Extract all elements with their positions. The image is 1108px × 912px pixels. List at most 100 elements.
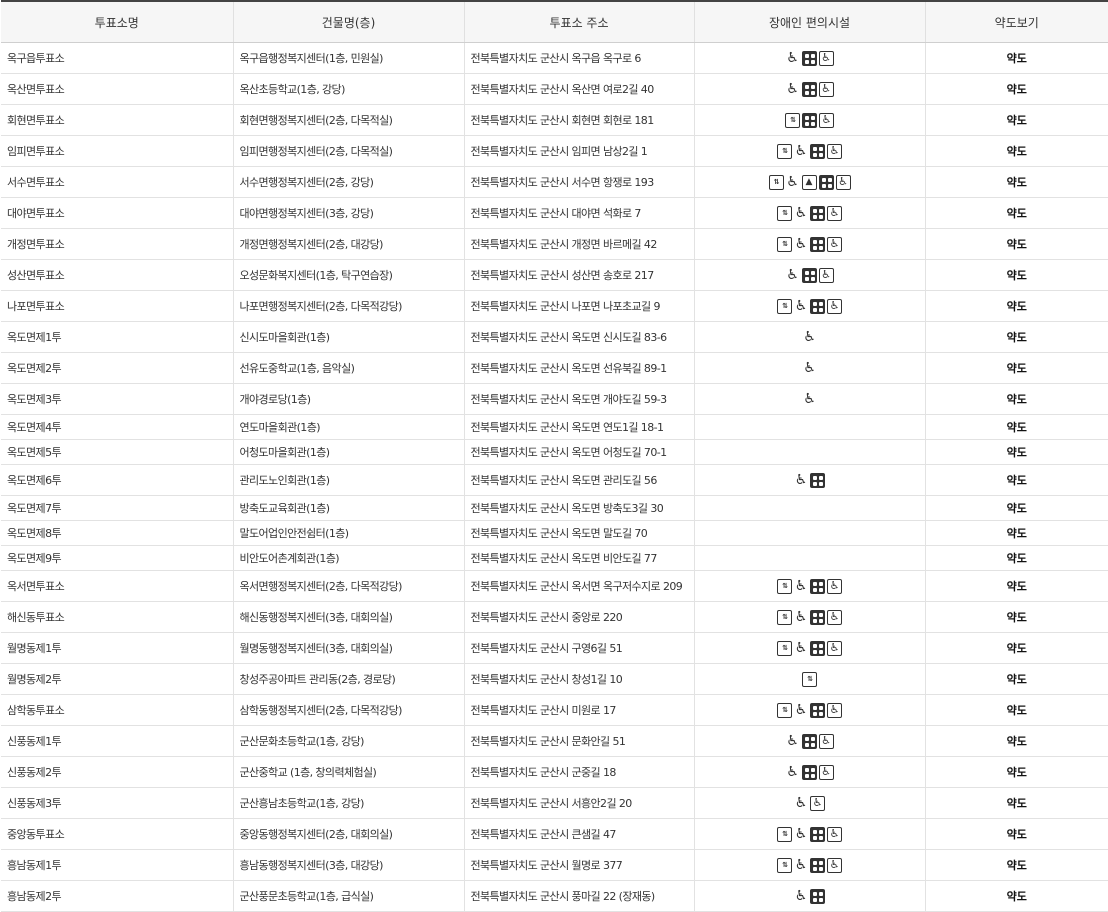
map-link[interactable]: 약도 (1007, 446, 1027, 459)
station-name-cell: 대야면투표소 (1, 197, 233, 229)
building-cell: 삼학동행정복지센터(2층, 다목적강당) (232, 694, 464, 726)
wheelchair-icon: ♿ (785, 80, 800, 97)
address-cell: 전북특별자치도 군산시 중앙로 220 (463, 601, 694, 633)
map-link[interactable]: 약도 (1007, 766, 1027, 779)
map-link[interactable]: 약도 (1007, 474, 1027, 487)
map-link[interactable]: 약도 (1007, 735, 1027, 748)
braille-block-icon (810, 578, 825, 594)
map-link[interactable]: 약도 (1007, 704, 1027, 717)
address-cell: 전북특별자치도 군산시 문화안길 51 (463, 725, 694, 757)
address-cell: 전북특별자치도 군산시 옥도면 어청도길 70-1 (463, 439, 694, 465)
building-cell: 해신동행정복지센터(3층, 대회의실) (232, 601, 464, 633)
wheelchair-icon: ♿ (794, 297, 808, 314)
map-link[interactable]: 약도 (1007, 238, 1027, 251)
header-station-name: 투표소명 (1, 0, 233, 43)
map-link[interactable]: 약도 (1007, 828, 1027, 841)
facilities-cell: ♿ ♿ (693, 73, 925, 105)
map-link[interactable]: 약도 (1007, 331, 1027, 344)
facilities-cell: ⇅ ♿ ♿ (693, 228, 925, 260)
station-name-cell: 옥서면투표소 (1, 570, 233, 602)
building-cell: 옥산초등학교(1층, 강당) (232, 73, 464, 105)
facilities-cell (693, 414, 925, 440)
map-cell: 약도 (924, 632, 1108, 664)
table-row: 나포면투표소 나포면행정복지센터(2층, 다목적강당) 전북특별자치도 군산시 나포… (1, 290, 1108, 322)
map-link[interactable]: 약도 (1007, 859, 1027, 872)
map-link[interactable]: 약도 (1007, 642, 1027, 655)
facilities-cell: ⇅ ♿ ♿ (693, 197, 925, 229)
elevator-icon: ⇅ (777, 578, 792, 594)
map-link[interactable]: 약도 (1007, 362, 1027, 375)
address-cell: 전북특별자치도 군산시 구영6길 51 (463, 632, 694, 664)
map-link[interactable]: 약도 (1007, 176, 1027, 189)
braille-block-icon (801, 733, 817, 749)
map-link[interactable]: 약도 (1007, 611, 1027, 624)
address-cell: 전북특별자치도 군산시 옥도면 방축도3길 30 (463, 495, 694, 521)
facilities-cell: ⇅ ♿ ♿ (693, 818, 925, 850)
elevator-icon: ⇅ (777, 640, 792, 656)
wheelchair-icon: ♿ (794, 856, 808, 873)
map-link[interactable]: 약도 (1007, 83, 1027, 96)
header-address: 투표소 주소 (463, 0, 694, 43)
map-link[interactable]: 약도 (1007, 797, 1027, 810)
map-link[interactable]: 약도 (1007, 673, 1027, 686)
building-cell: 임피면행정복지센터(2층, 다목적실) (232, 135, 464, 167)
table-row: 월명동제2투 창성주공아파트 관리동(2층, 경로당) 전북특별자치도 군산시 창성… (1, 663, 1108, 695)
map-link[interactable]: 약도 (1007, 421, 1027, 434)
address-cell: 전북특별자치도 군산시 회현면 회현로 181 (463, 104, 694, 136)
map-link[interactable]: 약도 (1007, 207, 1027, 220)
map-link[interactable]: 약도 (1007, 527, 1027, 540)
map-cell: 약도 (924, 725, 1108, 757)
table-row: 옥도면제4투 연도마을회관(1층) 전북특별자치도 군산시 옥도면 연도1길 18-… (1, 414, 1108, 440)
table-row: 대야면투표소 대야면행정복지센터(3층, 강당) 전북특별자치도 군산시 대야면 석… (1, 197, 1108, 229)
station-name-cell: 월명동제1투 (1, 632, 233, 664)
map-cell: 약도 (924, 756, 1108, 788)
station-name-cell: 옥도면제5투 (1, 439, 233, 465)
building-cell: 군산문화초등학교(1층, 강당) (232, 725, 464, 757)
station-name-cell: 신풍동제2투 (1, 756, 233, 788)
map-link[interactable]: 약도 (1007, 300, 1027, 313)
table-row: 신풍동제2투 군산중학교 (1층, 창의력체험실) 전북특별자치도 군산시 군중길 … (1, 756, 1108, 788)
map-link[interactable]: 약도 (1007, 145, 1027, 158)
wheelchair-box-icon: ♿ (835, 174, 851, 190)
elevator-icon: ⇅ (777, 609, 792, 625)
station-name-cell: 옥도면제3투 (1, 383, 233, 415)
address-cell: 전북특별자치도 군산시 옥도면 연도1길 18-1 (463, 414, 694, 440)
building-cell: 나포면행정복지센터(2층, 다목적강당) (232, 290, 464, 322)
building-cell: 개정면행정복지센터(2층, 대강당) (232, 228, 464, 260)
station-name-cell: 회현면투표소 (1, 104, 233, 136)
map-link[interactable]: 약도 (1007, 552, 1027, 565)
braille-block-icon (810, 609, 825, 625)
address-cell: 전북특별자치도 군산시 서흥안2길 20 (463, 787, 694, 819)
braille-block-icon (810, 472, 825, 488)
map-link[interactable]: 약도 (1007, 580, 1027, 593)
map-link[interactable]: 약도 (1007, 269, 1027, 282)
station-name-cell: 신풍동제3투 (1, 787, 233, 819)
polling-station-table: 투표소명 건물명(층) 투표소 주소 장애인 편의시설 약도보기 옥구읍투표소 옥… (1, 0, 1108, 912)
map-link[interactable]: 약도 (1007, 114, 1027, 127)
map-cell: 약도 (924, 352, 1108, 384)
wheelchair-box-icon: ♿ (818, 50, 834, 66)
facilities-cell: ♿ (693, 352, 925, 384)
map-cell: 약도 (924, 228, 1108, 260)
facilities-cell (693, 495, 925, 521)
wheelchair-icon: ♿ (785, 732, 800, 749)
building-cell: 중앙동행정복지센터(2층, 대회의실) (232, 818, 464, 850)
map-link[interactable]: 약도 (1007, 502, 1027, 515)
elevator-icon: ⇅ (777, 236, 792, 252)
station-name-cell: 흥남동제1투 (1, 849, 233, 881)
building-cell: 연도마을회관(1층) (232, 414, 464, 440)
wheelchair-box-icon: ♿ (810, 795, 825, 811)
facilities-cell: ⇅ ♿ ♿ (693, 632, 925, 664)
map-cell: 약도 (924, 73, 1108, 105)
elevator-icon: ⇅ (777, 143, 792, 159)
building-cell: 방축도교육회관(1층) (232, 495, 464, 521)
station-name-cell: 월명동제2투 (1, 663, 233, 695)
wheelchair-box-icon: ♿ (827, 298, 842, 314)
address-cell: 전북특별자치도 군산시 옥도면 선유북길 89-1 (463, 352, 694, 384)
map-cell: 약도 (924, 414, 1108, 440)
map-link[interactable]: 약도 (1007, 393, 1027, 406)
map-link[interactable]: 약도 (1007, 890, 1027, 903)
map-link[interactable]: 약도 (1007, 52, 1027, 65)
wheelchair-box-icon: ♿ (818, 267, 834, 283)
braille-block-icon (810, 143, 825, 159)
